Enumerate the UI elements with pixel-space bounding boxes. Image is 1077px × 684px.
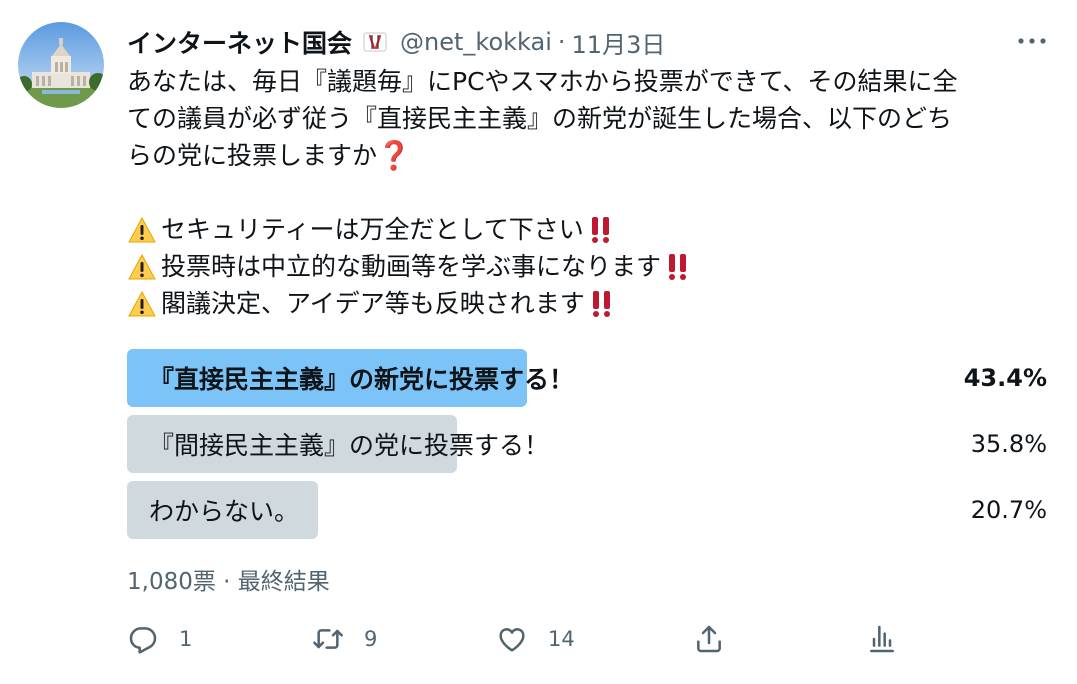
like-icon [499, 628, 525, 652]
poll-meta-separator: · [223, 569, 231, 595]
note-line: 投票時は中立的な動画等を学ぶ事になります [127, 248, 1042, 285]
poll: 『直接民主主義』の新党に投票する！ 43.4% 『間接民主主義』の党に投票する！… [127, 349, 1047, 547]
note-line: 閣議決定、アイデア等も反映されます [127, 285, 1042, 322]
verified-badge-icon [360, 27, 390, 57]
tweet-text: あなたは、毎日『議題毎』にPCやスマホから投票ができて、その結果に全 ての議員が… [127, 63, 1042, 322]
double-exclamation-icon [663, 252, 693, 282]
tweet-text-line-content: あなたは、毎日『議題毎』にPCやスマホから投票ができて、その結果に全 [127, 67, 958, 96]
poll-option: 『間接民主主義』の党に投票する！ 35.8% [127, 415, 1047, 473]
reply-icon [129, 627, 157, 654]
tweet-text-line-content: らの党に投票しますか [127, 141, 378, 170]
analytics-button[interactable] [866, 618, 898, 660]
more-options-button[interactable] [1012, 24, 1052, 58]
retweet-count: 9 [364, 627, 378, 651]
like-count: 14 [548, 627, 575, 651]
retweet-icon [313, 629, 343, 649]
poll-option-percent: 35.8% [970, 430, 1047, 458]
question-icon: ❓ [376, 139, 412, 172]
poll-vote-count: 1,080票 [127, 569, 216, 595]
avatar-image [18, 22, 104, 108]
note-line: セキュリティーは万全だとして下さい [127, 211, 1042, 248]
avatar[interactable] [18, 22, 104, 108]
reply-count: 1 [179, 627, 193, 651]
double-exclamation-icon [586, 215, 616, 245]
poll-status: 最終結果 [237, 569, 330, 595]
poll-meta: 1,080票 · 最終結果 [127, 562, 330, 596]
tweet-date[interactable]: 11月3日 [572, 25, 666, 60]
tweet-header: インターネット国会 @net_kokkai · 11月3日 [127, 22, 665, 62]
reply-button[interactable]: 1 [127, 618, 192, 660]
analytics-icon [870, 625, 894, 653]
tweet-actions: 1 9 14 [127, 618, 1027, 660]
display-name[interactable]: インターネット国会 [127, 24, 352, 60]
share-icon [697, 625, 721, 653]
warning-icon [127, 289, 157, 319]
poll-option-label: 『直接民主主義』の新党に投票する！ [149, 365, 575, 394]
tweet-text-line: らの党に投票しますか ❓ [127, 137, 1042, 174]
share-button[interactable] [693, 618, 725, 660]
retweet-button[interactable]: 9 [312, 618, 377, 660]
poll-option: わからない。 20.7% [127, 481, 1047, 539]
note-text: 投票時は中立的な動画等を学ぶ事になります [161, 252, 662, 281]
poll-option-percent: 20.7% [970, 496, 1047, 524]
tweet-text-line-content: ての議員が必ず従う『直接民主主義』の新党が誕生した場合、以下のどち [127, 104, 953, 133]
like-button[interactable]: 14 [496, 618, 575, 660]
tweet-text-line: あなたは、毎日『議題毎』にPCやスマホから投票ができて、その結果に全 [127, 63, 1042, 100]
header-separator: · [557, 28, 566, 56]
more-icon [1018, 38, 1046, 44]
poll-option-label: 『間接民主主義』の党に投票する！ [149, 431, 550, 460]
note-text: 閣議決定、アイデア等も反映されます [161, 289, 585, 318]
poll-option-label: わからない。 [149, 497, 300, 526]
tweet-text-line: ての議員が必ず従う『直接民主主義』の新党が誕生した場合、以下のどち [127, 100, 1042, 137]
poll-option-percent: 43.4% [963, 364, 1047, 392]
warning-icon [127, 252, 157, 282]
poll-option: 『直接民主主義』の新党に投票する！ 43.4% [127, 349, 1047, 407]
double-exclamation-icon [587, 289, 617, 319]
user-handle[interactable]: @net_kokkai [400, 28, 552, 56]
warning-icon [127, 215, 157, 245]
note-text: セキュリティーは万全だとして下さい [161, 215, 584, 244]
